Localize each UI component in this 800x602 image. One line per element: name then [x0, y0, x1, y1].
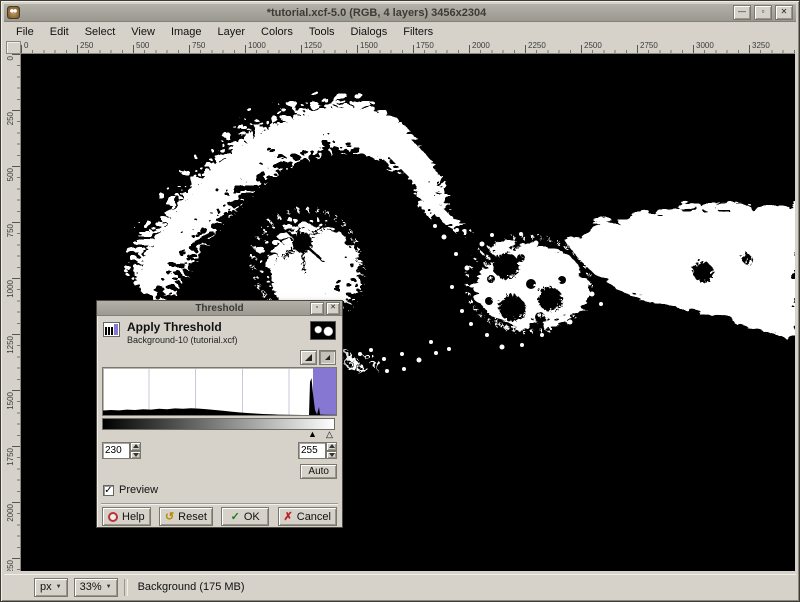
histogram-curve: [103, 368, 336, 415]
gimp-wilber-icon: [7, 6, 20, 19]
ruler-label: 250: [6, 110, 21, 166]
dialog-heading: Apply Threshold: [127, 320, 222, 334]
menu-item[interactable]: Colors: [253, 24, 301, 40]
threshold-icon: [103, 322, 120, 337]
auto-button[interactable]: Auto: [300, 464, 337, 479]
preview-option: ✓ Preview: [103, 484, 158, 496]
high-spin-up-button[interactable]: [326, 442, 337, 451]
low-spin-up-button[interactable]: [130, 442, 141, 451]
status-text: Background (175 MB): [134, 581, 245, 593]
help-button[interactable]: Help: [102, 507, 151, 526]
ruler-label: 250: [77, 41, 133, 54]
ruler-label: 2000: [6, 502, 21, 558]
menu-item[interactable]: Tools: [301, 24, 343, 40]
linear-histogram-button[interactable]: [300, 350, 317, 365]
statusbar-separator: [124, 579, 128, 596]
ruler-label: 1750: [6, 446, 21, 502]
low-threshold-input[interactable]: [102, 442, 130, 459]
window-controls: — ▫ ✕: [733, 5, 793, 20]
ruler-label: 1000: [6, 278, 21, 334]
window-title: *tutorial.xcf-5.0 (RGB, 4 layers) 3456x2…: [24, 7, 729, 19]
cancel-icon: ✗: [284, 510, 293, 523]
menu-item[interactable]: File: [8, 24, 42, 40]
ruler-label: 1000: [245, 41, 301, 54]
histogram[interactable]: [102, 367, 337, 416]
high-threshold-input[interactable]: [298, 442, 326, 459]
dialog-title: Threshold: [97, 303, 342, 314]
menu-item[interactable]: Select: [77, 24, 124, 40]
zoom-combo[interactable]: 33% ▼: [74, 578, 118, 597]
ruler-label: 2750: [637, 41, 693, 54]
menu-item[interactable]: Image: [163, 24, 210, 40]
logarithmic-histogram-button[interactable]: [319, 350, 336, 365]
ruler-label: 1250: [301, 41, 357, 54]
dropdown-icon: ▼: [56, 584, 62, 590]
menubar: FileEditSelectViewImageLayerColorsToolsD…: [4, 22, 796, 41]
preview-checkbox[interactable]: ✓: [103, 485, 114, 496]
menu-item[interactable]: Filters: [395, 24, 441, 40]
ruler-label: 0: [21, 41, 77, 54]
ruler-label: 3000: [693, 41, 749, 54]
dropdown-icon: ▼: [106, 584, 112, 590]
menu-item[interactable]: Dialogs: [343, 24, 396, 40]
maximize-button[interactable]: ▫: [754, 5, 772, 20]
dialog-header: Apply Threshold Background-10 (tutorial.…: [103, 320, 336, 352]
low-spin-down-button[interactable]: [130, 451, 141, 460]
menu-item[interactable]: Edit: [42, 24, 77, 40]
ruler-label: 1500: [357, 41, 413, 54]
ok-icon: ✓: [231, 510, 240, 523]
threshold-dialog: Threshold ▫ ✕ Apply Threshold Background…: [96, 300, 343, 528]
dialog-close-button[interactable]: ✕: [326, 302, 340, 315]
dialog-subtitle: Background-10 (tutorial.xcf): [127, 335, 238, 345]
ruler-label: 1750: [413, 41, 469, 54]
vertical-ruler[interactable]: 0250500750100012501500175020002250: [6, 54, 21, 571]
high-threshold-spinbox: [298, 442, 337, 459]
ruler-corner: [6, 41, 21, 54]
low-threshold-spinbox: [102, 442, 141, 459]
close-button[interactable]: ✕: [775, 5, 793, 20]
high-spin-down-button[interactable]: [326, 451, 337, 460]
menu-item[interactable]: Layer: [210, 24, 254, 40]
ruler-label: 750: [189, 41, 245, 54]
menu-item[interactable]: View: [123, 24, 163, 40]
cancel-button[interactable]: ✗ Cancel: [278, 507, 337, 526]
ruler-label: 0: [6, 54, 21, 110]
horizontal-ruler[interactable]: 0250500750100012501500175020002250250027…: [21, 41, 795, 54]
titlebar[interactable]: *tutorial.xcf-5.0 (RGB, 4 layers) 3456x2…: [4, 4, 796, 22]
ruler-label: 2500: [581, 41, 637, 54]
reset-button[interactable]: ↺ Reset: [159, 507, 213, 526]
high-threshold-marker[interactable]: △: [326, 430, 333, 439]
unit-combo[interactable]: px ▼: [34, 578, 68, 597]
help-icon: [108, 512, 118, 522]
low-threshold-marker[interactable]: ▲: [308, 430, 317, 439]
statusbar: px ▼ 33% ▼ Background (175 MB): [4, 574, 796, 599]
ruler-label: 2250: [6, 558, 21, 571]
gimp-window: *tutorial.xcf-5.0 (RGB, 4 layers) 3456x2…: [0, 0, 800, 602]
ruler-label: 750: [6, 222, 21, 278]
preview-label: Preview: [119, 484, 158, 496]
dialog-separator: [101, 503, 338, 505]
reset-icon: ↺: [165, 510, 174, 523]
minimize-button[interactable]: —: [733, 5, 751, 20]
ruler-label: 500: [133, 41, 189, 54]
dialog-titlebar[interactable]: Threshold ▫ ✕: [97, 301, 342, 316]
ruler-label: 1250: [6, 334, 21, 390]
histogram-scale-toggles: [300, 350, 336, 365]
ok-button[interactable]: ✓ OK: [221, 507, 269, 526]
linear-icon: [305, 354, 312, 361]
layer-thumbnail: [310, 321, 336, 340]
ruler-label: 2250: [525, 41, 581, 54]
ruler-label: 2000: [469, 41, 525, 54]
threshold-values: [102, 442, 337, 459]
ruler-label: 1500: [6, 390, 21, 446]
threshold-gradient-bar[interactable]: [102, 418, 335, 430]
logarithmic-icon: [325, 355, 330, 360]
ruler-label: 500: [6, 166, 21, 222]
dialog-action-buttons: Help ↺ Reset ✓ OK ✗ Cancel: [102, 507, 337, 526]
ruler-label: 3250: [749, 41, 795, 54]
dialog-maximize-button[interactable]: ▫: [310, 302, 324, 315]
